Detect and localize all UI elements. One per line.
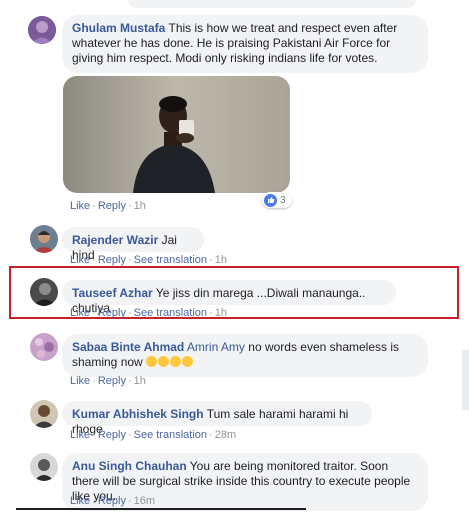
comment-actions: Like · Reply · 1h (70, 375, 146, 387)
timestamp[interactable]: 1h (134, 200, 146, 212)
comment-author[interactable]: Ghulam Mustafa (72, 21, 165, 35)
comment-author[interactable]: Kumar Abhishek Singh (72, 407, 204, 421)
timestamp[interactable]: 1h (215, 254, 227, 266)
avatar[interactable] (30, 453, 58, 481)
timestamp[interactable]: 1h (215, 307, 227, 319)
comment-bubble: Kumar Abhishek Singh Tum sale harami har… (62, 401, 372, 436)
bottom-divider (16, 508, 306, 510)
reply-link[interactable]: Reply (98, 375, 126, 387)
like-link[interactable]: Like (70, 254, 90, 266)
reply-link[interactable]: Reply (98, 495, 126, 507)
comment-bubble: Ghulam Mustafa This is how we treat and … (62, 15, 428, 73)
like-link[interactable]: Like (70, 495, 90, 507)
comment-author[interactable]: Tauseef Azhar (72, 286, 153, 300)
avatar-image (30, 225, 58, 253)
reaction-count-badge[interactable]: 3 (262, 192, 292, 208)
see-translation-link[interactable]: See translation (134, 429, 207, 441)
comment-actions: Like · Reply · See translation · 1h (70, 254, 227, 266)
comment-actions: Like · Reply · 16m (70, 495, 156, 507)
reply-link[interactable]: Reply (98, 429, 126, 441)
comment-actions: Like · Reply · See translation · 1h (70, 307, 227, 319)
like-link[interactable]: Like (70, 200, 90, 212)
reply-link[interactable]: Reply (98, 254, 126, 266)
timestamp[interactable]: 16m (134, 495, 155, 507)
timestamp[interactable]: 1h (134, 375, 146, 387)
comment-photo[interactable] (63, 76, 290, 193)
avatar[interactable] (30, 333, 58, 361)
avatar[interactable] (30, 400, 58, 428)
comment-author[interactable]: Rajender Wazir (72, 233, 158, 247)
avatar[interactable] (28, 16, 56, 44)
like-link[interactable]: Like (70, 307, 90, 319)
crying-emoji-icons (146, 355, 194, 369)
avatar-image (30, 400, 58, 428)
see-translation-link[interactable]: See translation (134, 254, 207, 266)
comment-bubble: Tauseef Azhar Ye jiss din marega ...Diwa… (62, 280, 396, 315)
reaction-count: 3 (280, 194, 286, 206)
avatar[interactable] (30, 225, 58, 253)
comment-author[interactable]: Anu Singh Chauhan (72, 459, 187, 473)
previous-comment-bubble-edge (128, 0, 416, 8)
comment-bubble: Sabaa Binte Ahmad Amrin Amy no words eve… (62, 334, 428, 377)
like-link[interactable]: Like (70, 375, 90, 387)
avatar-image (30, 333, 58, 361)
thumbs-up-icon (264, 193, 277, 207)
avatar-image (28, 16, 56, 44)
avatar[interactable] (30, 278, 58, 306)
photo-image (63, 76, 290, 193)
like-link[interactable]: Like (70, 429, 90, 441)
page-edge (462, 350, 469, 410)
comment-actions: Like · Reply · See translation · 28m (70, 429, 237, 441)
comment-actions: Like · Reply · 1h (70, 200, 146, 212)
comment-bubble: Rajender Wazir Jai hind (62, 227, 204, 262)
avatar-image (30, 453, 58, 481)
tagged-user[interactable]: Amrin Amy (187, 340, 245, 354)
see-translation-link[interactable]: See translation (134, 307, 207, 319)
comment-author[interactable]: Sabaa Binte Ahmad (72, 340, 184, 354)
avatar-image (30, 278, 58, 306)
timestamp[interactable]: 28m (215, 429, 236, 441)
reply-link[interactable]: Reply (98, 307, 126, 319)
reply-link[interactable]: Reply (98, 200, 126, 212)
